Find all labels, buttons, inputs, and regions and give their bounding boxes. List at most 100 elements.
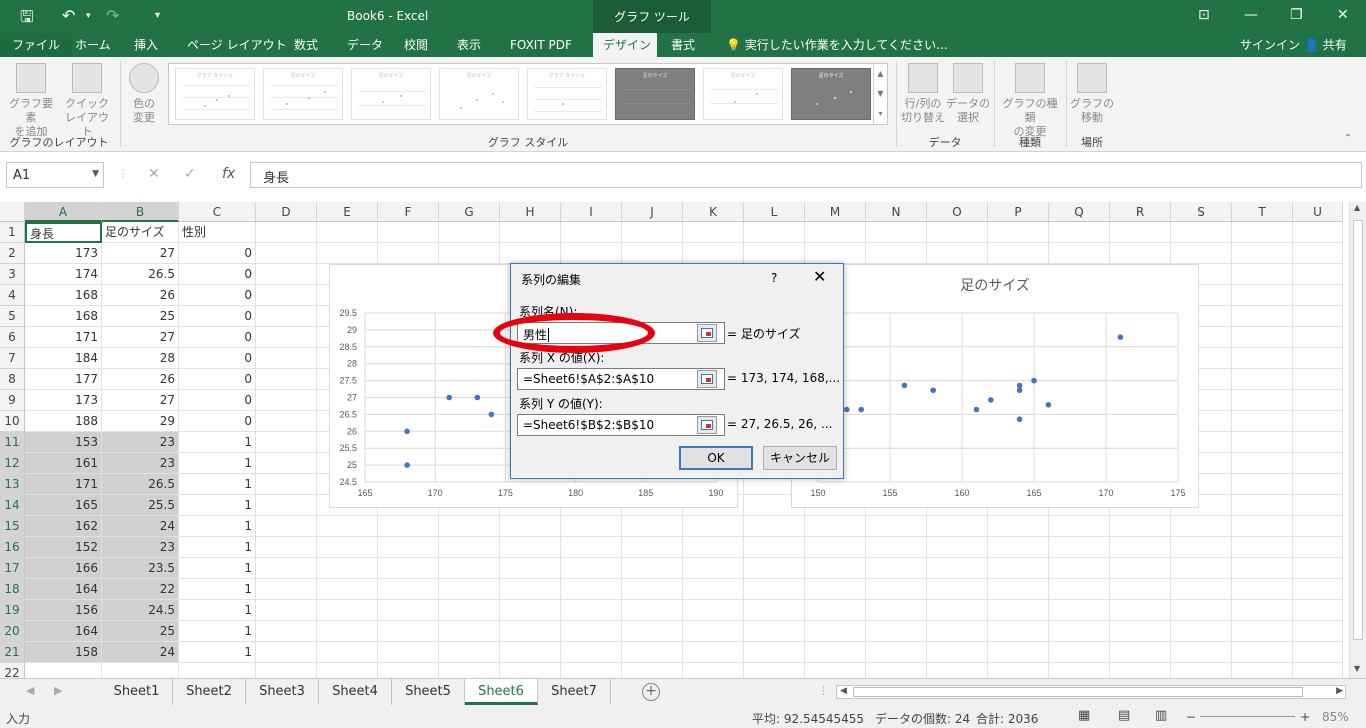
- change-chart-type-button[interactable]: グラフの種類 の変更: [998, 63, 1062, 139]
- empty-cell[interactable]: [1232, 579, 1293, 600]
- empty-cell[interactable]: [988, 621, 1049, 642]
- empty-cell[interactable]: [561, 621, 622, 642]
- close-icon[interactable]: ✕: [813, 267, 826, 286]
- empty-cell[interactable]: [1049, 621, 1110, 642]
- empty-cell[interactable]: [256, 348, 317, 369]
- empty-cell[interactable]: [1049, 642, 1110, 663]
- empty-cell[interactable]: [744, 663, 805, 678]
- empty-cell[interactable]: [256, 432, 317, 453]
- empty-cell[interactable]: [378, 222, 439, 243]
- scroll-right-icon[interactable]: ▶: [1336, 686, 1343, 696]
- empty-cell[interactable]: [317, 516, 378, 537]
- empty-cell[interactable]: [1293, 390, 1343, 411]
- empty-cell[interactable]: [805, 222, 866, 243]
- empty-cell[interactable]: [805, 516, 866, 537]
- cell[interactable]: 22: [102, 579, 179, 600]
- empty-cell[interactable]: [1293, 369, 1343, 390]
- empty-cell[interactable]: [500, 663, 561, 678]
- chart-style-6[interactable]: 足のサイズ: [615, 68, 695, 120]
- row-header[interactable]: 9: [0, 390, 25, 411]
- empty-cell[interactable]: [1293, 600, 1343, 621]
- cell[interactable]: 0: [179, 306, 256, 327]
- empty-cell[interactable]: [866, 621, 927, 642]
- tab-insert[interactable]: 挿入: [124, 33, 168, 57]
- empty-cell[interactable]: [1171, 243, 1232, 264]
- scroll-thumb[interactable]: [853, 687, 1303, 697]
- empty-cell[interactable]: [1232, 537, 1293, 558]
- cell[interactable]: 23: [102, 537, 179, 558]
- cell[interactable]: 1: [179, 579, 256, 600]
- empty-cell[interactable]: [1049, 516, 1110, 537]
- sheet-tab[interactable]: Sheet4: [319, 679, 392, 705]
- empty-cell[interactable]: [622, 222, 683, 243]
- empty-cell[interactable]: [561, 243, 622, 264]
- zoom-in-icon[interactable]: +: [1300, 710, 1310, 724]
- empty-cell[interactable]: [378, 663, 439, 678]
- cell[interactable]: 168: [25, 285, 102, 306]
- empty-cell[interactable]: [927, 579, 988, 600]
- tab-foxit-pdf[interactable]: FOXIT PDF: [500, 33, 582, 57]
- cell[interactable]: 1: [179, 432, 256, 453]
- empty-cell[interactable]: [256, 474, 317, 495]
- empty-cell[interactable]: [500, 621, 561, 642]
- row-header[interactable]: 14: [0, 495, 25, 516]
- empty-cell[interactable]: [439, 537, 500, 558]
- empty-cell[interactable]: [1293, 495, 1343, 516]
- column-header[interactable]: Q: [1049, 202, 1110, 222]
- empty-cell[interactable]: [805, 600, 866, 621]
- empty-cell[interactable]: [256, 495, 317, 516]
- undo-dropdown-icon[interactable]: ▾: [86, 11, 91, 21]
- empty-cell[interactable]: [1171, 537, 1232, 558]
- column-header[interactable]: P: [988, 202, 1049, 222]
- column-header[interactable]: N: [866, 202, 927, 222]
- empty-cell[interactable]: [1293, 579, 1343, 600]
- empty-cell[interactable]: [744, 600, 805, 621]
- style-gallery-scroll[interactable]: ▲ ▼ ▾: [873, 64, 887, 124]
- tab-format[interactable]: 書式: [661, 33, 705, 57]
- cell[interactable]: 168: [25, 306, 102, 327]
- scroll-thumb[interactable]: [1353, 220, 1363, 640]
- empty-cell[interactable]: [561, 516, 622, 537]
- column-header[interactable]: I: [561, 202, 622, 222]
- empty-cell[interactable]: [1110, 537, 1171, 558]
- close-icon[interactable]: ✕: [1337, 7, 1349, 23]
- cell[interactable]: 152: [25, 537, 102, 558]
- empty-cell[interactable]: [1171, 558, 1232, 579]
- cell[interactable]: 158: [25, 642, 102, 663]
- tab-data[interactable]: データ: [337, 33, 393, 57]
- row-header[interactable]: 16: [0, 537, 25, 558]
- range-select-icon[interactable]: [697, 416, 717, 434]
- cell[interactable]: 153: [25, 432, 102, 453]
- add-chart-element-button[interactable]: グラフ要素 を追加: [4, 63, 58, 139]
- cancel-button[interactable]: キャンセル: [763, 446, 837, 470]
- empty-cell[interactable]: [988, 642, 1049, 663]
- scroll-down-icon[interactable]: ▼: [1354, 664, 1360, 673]
- empty-cell[interactable]: [1049, 243, 1110, 264]
- empty-cell[interactable]: [1293, 285, 1343, 306]
- row-header[interactable]: 20: [0, 621, 25, 642]
- empty-cell[interactable]: [1293, 516, 1343, 537]
- cell[interactable]: 0: [179, 264, 256, 285]
- customize-quick-access-icon[interactable]: ▾: [155, 10, 160, 21]
- cell[interactable]: 1: [179, 537, 256, 558]
- signin-link[interactable]: サインイン: [1240, 33, 1300, 57]
- sheet-tab[interactable]: Sheet5: [392, 679, 465, 705]
- empty-cell[interactable]: [256, 453, 317, 474]
- chart-style-4[interactable]: 足のサイズ: [439, 68, 519, 120]
- empty-cell[interactable]: [256, 663, 317, 678]
- empty-cell[interactable]: [378, 537, 439, 558]
- cell[interactable]: 184: [25, 348, 102, 369]
- empty-cell[interactable]: [988, 558, 1049, 579]
- row-header[interactable]: 8: [0, 369, 25, 390]
- series-x-input[interactable]: =Sheet6!$A$2:$A$10: [517, 368, 725, 390]
- cell[interactable]: 23.5: [102, 558, 179, 579]
- cell[interactable]: 162: [25, 516, 102, 537]
- empty-cell[interactable]: [1171, 621, 1232, 642]
- empty-cell[interactable]: [1232, 390, 1293, 411]
- empty-cell[interactable]: [805, 243, 866, 264]
- empty-cell[interactable]: [622, 243, 683, 264]
- empty-cell[interactable]: [927, 642, 988, 663]
- empty-cell[interactable]: [317, 243, 378, 264]
- empty-cell[interactable]: [439, 600, 500, 621]
- empty-cell[interactable]: [805, 579, 866, 600]
